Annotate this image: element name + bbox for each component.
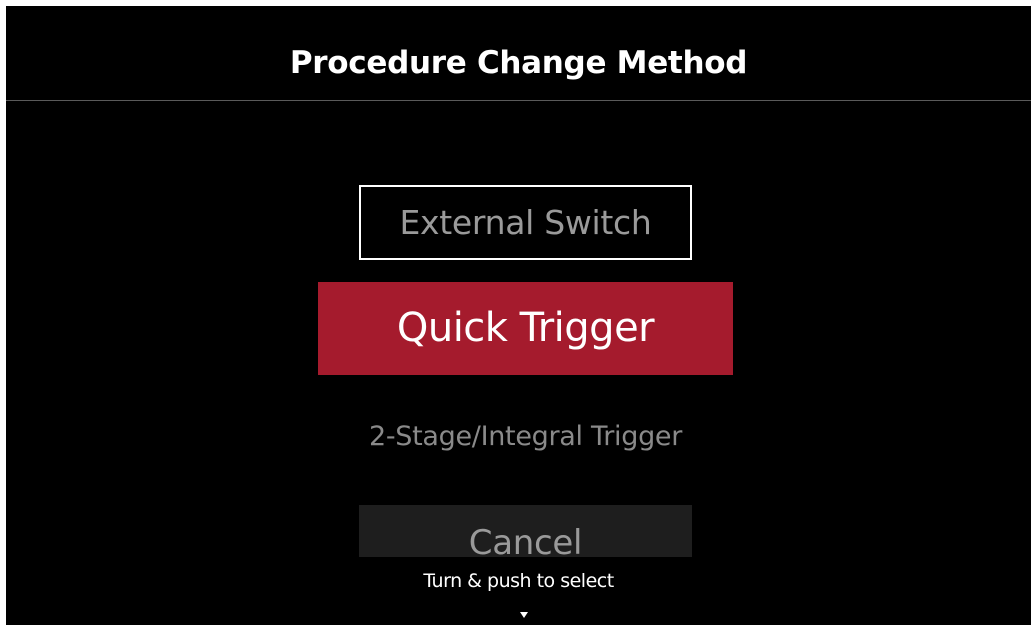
triangle-down-icon [520, 612, 528, 618]
page-title: Procedure Change Method [289, 45, 748, 81]
option-quick-trigger[interactable]: Quick Trigger [318, 282, 733, 375]
cancel-button[interactable]: Cancel [359, 505, 692, 557]
option-two-stage-integral-trigger[interactable]: 2-Stage/Integral Trigger [318, 416, 733, 458]
option-external-switch[interactable]: External Switch [359, 185, 692, 260]
footer-hint: Turn & push to select [423, 570, 614, 592]
device-screen: Procedure Change Method External Switch … [6, 6, 1031, 625]
header: Procedure Change Method [6, 6, 1031, 101]
